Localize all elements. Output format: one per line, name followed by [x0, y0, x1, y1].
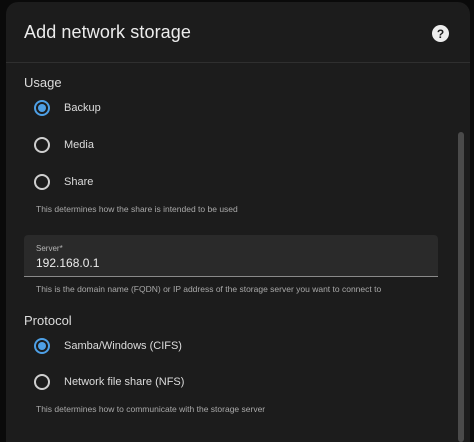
- usage-option-backup[interactable]: Backup: [34, 100, 101, 116]
- usage-helper-text: This determines how the share is intende…: [36, 204, 238, 214]
- radio-button[interactable]: [34, 338, 50, 354]
- usage-section-label: Usage: [24, 75, 62, 90]
- radio-label: Network file share (NFS): [64, 376, 185, 388]
- server-field[interactable]: Server* 192.168.0.1: [24, 235, 438, 277]
- radio-label: Backup: [64, 102, 101, 114]
- radio-label: Share: [64, 176, 94, 188]
- radio-button[interactable]: [34, 100, 50, 116]
- protocol-option-nfs[interactable]: Network file share (NFS): [34, 374, 184, 390]
- dialog-header: Add network storage ?: [6, 2, 470, 63]
- radio-button[interactable]: [34, 137, 50, 153]
- server-field-value[interactable]: 192.168.0.1: [36, 256, 99, 270]
- help-icon[interactable]: ?: [432, 25, 449, 42]
- protocol-helper-text: This determines how to communicate with …: [36, 404, 266, 414]
- scrollbar[interactable]: [458, 132, 464, 442]
- protocol-section-label: Protocol: [24, 313, 72, 328]
- radio-button[interactable]: [34, 174, 50, 190]
- protocol-option-cifs[interactable]: Samba/Windows (CIFS): [34, 338, 182, 354]
- dialog-title: Add network storage: [24, 22, 191, 42]
- usage-option-share[interactable]: Share: [34, 174, 93, 190]
- server-field-label: Server*: [36, 244, 63, 253]
- add-network-storage-dialog: Add network storage ? Usage Backup Media…: [6, 2, 470, 442]
- server-helper-text: This is the domain name (FQDN) or IP add…: [36, 284, 382, 294]
- radio-label: Samba/Windows (CIFS): [64, 340, 182, 352]
- radio-button[interactable]: [34, 374, 50, 390]
- usage-option-media[interactable]: Media: [34, 137, 94, 153]
- radio-label: Media: [64, 139, 94, 151]
